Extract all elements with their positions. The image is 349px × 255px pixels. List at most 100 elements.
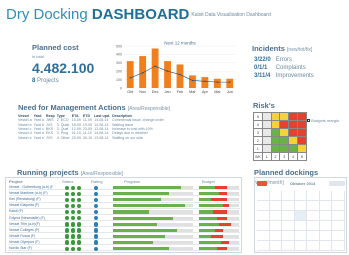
calendar-day[interactable]: [257, 241, 270, 251]
calendar-day[interactable]: [282, 191, 295, 201]
risk-row-label: 3: [253, 128, 263, 137]
risk-cell: [261, 136, 272, 145]
actions-title: Need for Management Actions [Area/Respon…: [18, 103, 170, 112]
project-name[interactable]: Kiel (Rendsburg) (F): [9, 197, 53, 201]
calendar-day[interactable]: [294, 201, 308, 211]
status-icon: [65, 222, 70, 227]
calendar-day[interactable]: [269, 201, 283, 211]
y-tick-label: 200: [116, 70, 122, 74]
calendar-day[interactable]: [294, 211, 308, 221]
calendar-day[interactable]: [294, 231, 308, 241]
project-name[interactable]: Nordic Star (F): [9, 246, 53, 250]
calendar-day[interactable]: [282, 221, 295, 231]
project-row[interactable]: Vessel Fossa (F): [9, 234, 240, 240]
project-name[interactable]: Vessel - Gothenburg (a-b) (F): [9, 185, 53, 189]
calendar-day[interactable]: [319, 221, 333, 231]
today-button[interactable]: [257, 181, 267, 186]
calendar-day[interactable]: [282, 231, 295, 241]
project-name[interactable]: Vessel Olympos (F): [9, 240, 53, 244]
risk-cell: [270, 136, 281, 145]
status-icon: [77, 222, 82, 227]
project-row[interactable]: Kaisit (F): [9, 209, 240, 215]
calendar-day[interactable]: [294, 191, 308, 201]
risk-row-label: 5: [253, 112, 263, 121]
calendar-day[interactable]: [332, 231, 345, 241]
actions-cell: 13-08-14: [94, 135, 109, 140]
x-tick-label: Dec: [152, 90, 159, 94]
calendar-day[interactable]: [307, 201, 320, 211]
calendar-day[interactable]: [332, 221, 345, 231]
calendar-day[interactable]: [257, 201, 270, 211]
project-row[interactable]: Nordic Star (F): [9, 246, 240, 252]
calendar-day[interactable]: [332, 241, 345, 251]
budget-bar: [199, 228, 239, 232]
calendar-day[interactable]: [319, 211, 333, 221]
month-view-button[interactable]: [329, 181, 345, 186]
calendar-day[interactable]: [282, 211, 295, 221]
bar: [226, 78, 234, 88]
progress-bar: [113, 186, 193, 190]
rating-icon: [94, 209, 99, 215]
project-name[interactable]: Vessel Trim (a-b)(F): [9, 222, 53, 226]
calendar-day[interactable]: [269, 231, 283, 241]
calendar-day[interactable]: [319, 201, 333, 211]
project-row[interactable]: Gdynia (Newcastle) (F): [9, 216, 240, 221]
risk-cell: [296, 128, 307, 137]
calendar-day[interactable]: [319, 231, 333, 241]
calendar-day[interactable]: [269, 221, 283, 231]
status-icon: [71, 228, 76, 233]
calendar-day[interactable]: [282, 201, 295, 211]
calendar-day[interactable]: [319, 241, 333, 251]
risk-cell: [279, 144, 290, 153]
calendar-day[interactable]: [332, 211, 345, 221]
risk-legend: Budgets margin: [307, 118, 339, 123]
calendar-day[interactable]: [307, 231, 320, 241]
incident-row: 0/1/1 Complaints: [254, 65, 317, 71]
trend-point: [141, 72, 144, 74]
x-tick-label: Mai: [214, 90, 220, 94]
calendar-day[interactable]: [307, 241, 320, 251]
calendar-day[interactable]: [269, 191, 283, 201]
project-row[interactable]: Vessel Colleges (F): [9, 228, 240, 234]
project-row[interactable]: Vessel - Gothenburg (a-b) (F): [9, 185, 240, 191]
calendar-day[interactable]: [307, 211, 320, 221]
incidents-title: Incidents [new/tot/fix]: [252, 44, 313, 53]
calendar-day[interactable]: [332, 191, 345, 201]
rating-icon: [94, 216, 99, 221]
calendar-day[interactable]: [257, 231, 270, 241]
risk-row: 4: [253, 120, 307, 129]
project-name[interactable]: Vessel Klaipeda (F): [9, 203, 53, 207]
project-name[interactable]: Vessel Maritime (a-b) (F): [9, 191, 53, 195]
project-name[interactable]: Vessel Colleges (F): [9, 228, 53, 232]
calendar-day[interactable]: [257, 191, 270, 201]
project-name[interactable]: Vessel Fossa (F): [9, 234, 53, 238]
project-name[interactable]: Kaisit (F): [9, 209, 53, 213]
calendar-day[interactable]: [307, 191, 320, 201]
calendar-day[interactable]: [294, 221, 308, 231]
bar: [189, 75, 196, 88]
calendar-day[interactable]: [319, 191, 333, 201]
y-tick-label: 500: [116, 44, 122, 48]
actions-row[interactable]: Vessel e Yard e JVS 4. Other 20-09 30-10 13-08…: [18, 136, 166, 140]
project-row[interactable]: Vessel Maritime (a-b) (F): [9, 191, 240, 197]
calendar-day[interactable]: [257, 211, 270, 221]
project-row[interactable]: Vessel Olympos (F): [9, 240, 240, 246]
calendar-day[interactable]: [294, 241, 308, 251]
status-icon: [77, 203, 82, 209]
project-name[interactable]: Gdynia (Newcastle) (F): [9, 216, 53, 220]
col-project: Project: [9, 179, 23, 184]
calendar-day[interactable]: [307, 221, 320, 231]
project-row[interactable]: Vessel Klaipeda (F): [9, 203, 240, 209]
calendar-day[interactable]: [269, 211, 283, 221]
project-row[interactable]: Kiel (Rendsburg) (F): [9, 197, 240, 203]
planned-cost-title: Planned cost: [32, 43, 79, 52]
y-tick-label: 400: [116, 53, 122, 57]
status-icon: [71, 246, 76, 251]
risk-row: S/K 1 2 3 4 5: [253, 152, 307, 161]
calendar-day[interactable]: [269, 241, 283, 251]
calendar-day[interactable]: [257, 221, 270, 231]
project-row[interactable]: Vessel Trim (a-b)(F): [9, 222, 240, 227]
calendar-grid: [257, 191, 345, 251]
calendar-day[interactable]: [332, 201, 345, 211]
calendar-day[interactable]: [282, 241, 295, 251]
